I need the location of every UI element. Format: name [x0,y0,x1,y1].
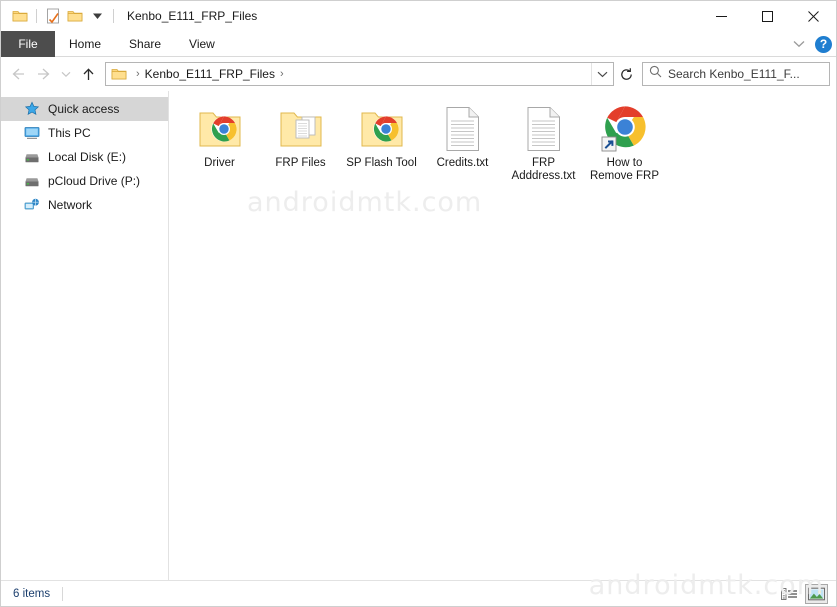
search-input[interactable]: Search Kenbo_E111_F... [668,67,800,81]
text-file-icon [439,105,487,153]
star-icon [23,101,40,118]
sidebar-item-label: pCloud Drive (P:) [48,174,140,188]
collapse-ribbon-icon[interactable] [789,34,809,54]
sidebar-item-pcloud-drive-p[interactable]: pCloud Drive (P:) [1,169,168,193]
file-item-credits-txt[interactable]: Credits.txt [422,101,503,183]
file-item-driver[interactable]: Driver [179,101,260,183]
watermark-top: androidmtk.com [247,187,482,218]
shortcut-arrow-badge [602,137,616,151]
ribbon-tab-bar: File Home Share View ? [1,31,836,57]
breadcrumb-separator-2[interactable]: › [275,68,289,80]
network-icon [23,197,40,214]
text-file-icon [520,105,568,153]
file-item-frp-address-txt[interactable]: FRP Adddress.txt [503,101,584,183]
breadcrumb-current-folder[interactable]: Kenbo_E111_FRP_Files [145,67,275,81]
window-title: Kenbo_E111_FRP_Files [127,9,257,23]
tab-file[interactable]: File [1,31,55,57]
file-item-label: How to Remove FRP [586,157,664,183]
breadcrumb-separator-1[interactable]: › [131,68,145,80]
large-icons-view-button[interactable] [805,584,828,604]
recent-locations-button[interactable] [57,61,75,87]
file-item-sp-flash-tool[interactable]: SP Flash Tool [341,101,422,183]
breadcrumb-folder-icon[interactable] [111,67,127,81]
drive-icon [23,173,40,190]
close-button[interactable] [790,1,836,31]
sidebar-item-label: This PC [48,126,91,140]
folder-chrome-icon [196,105,244,153]
new-folder-icon[interactable] [64,5,86,27]
explorer-body: Quick access This PC [1,91,836,580]
minimize-button[interactable] [698,1,744,31]
status-bar: androidmtk.com 6 items [1,580,836,606]
file-item-frp-files[interactable]: FRP Files [260,101,341,183]
navigation-pane: Quick access This PC [1,91,169,580]
ribbon-right-controls: ? [789,31,832,57]
search-icon [649,65,662,83]
chevron-down-icon[interactable] [86,5,108,27]
properties-icon[interactable] [42,5,64,27]
file-list-pane[interactable]: androidmtk.com [169,91,836,580]
maximize-button[interactable] [744,1,790,31]
details-view-button[interactable] [778,584,801,604]
sidebar-item-network[interactable]: Network [1,193,168,217]
sidebar-item-quick-access[interactable]: Quick access [1,97,168,121]
file-item-label: SP Flash Tool [343,157,421,170]
sidebar-item-local-disk-e[interactable]: Local Disk (E:) [1,145,168,169]
back-button[interactable] [5,61,31,87]
tab-home[interactable]: Home [55,31,115,57]
monitor-icon [23,125,40,142]
sidebar-item-label: Local Disk (E:) [48,150,126,164]
breadcrumb[interactable]: › Kenbo_E111_FRP_Files › [105,62,614,86]
folder-documents-icon [277,105,325,153]
drive-icon [23,149,40,166]
item-count-label: 6 items [1,588,50,600]
file-item-label: FRP Adddress.txt [505,157,583,183]
address-dropdown-icon[interactable] [591,63,613,85]
sidebar-item-this-pc[interactable]: This PC [1,121,168,145]
title-bar: Kenbo_E111_FRP_Files [1,1,836,31]
file-item-how-to-remove-frp[interactable]: How to Remove FRP [584,101,665,183]
address-bar: › Kenbo_E111_FRP_Files › Search Kenbo_E1… [1,57,836,91]
window-controls [698,1,836,31]
search-box[interactable]: Search Kenbo_E111_F... [642,62,830,86]
toolbar-separator-2 [113,9,114,23]
file-item-label: Driver [181,157,259,170]
status-separator [62,587,63,601]
toolbar-separator-1 [36,9,37,23]
refresh-button[interactable] [614,62,638,86]
sidebar-item-label: Quick access [48,102,119,116]
file-item-label: FRP Files [262,157,340,170]
view-mode-buttons [778,581,828,607]
file-grid: Driver [179,101,836,183]
chrome-shortcut-icon [601,105,649,153]
help-button[interactable]: ? [815,36,832,53]
file-explorer-window: Kenbo_E111_FRP_Files File Home Share Vie… [0,0,837,607]
sidebar-item-label: Network [48,198,92,212]
folder-chrome-icon [358,105,406,153]
file-item-label: Credits.txt [424,157,502,170]
tab-view[interactable]: View [175,31,229,57]
tab-share[interactable]: Share [115,31,175,57]
quick-access-toolbar [9,5,119,27]
up-button[interactable] [75,61,101,87]
forward-button[interactable] [31,61,57,87]
folder-icon[interactable] [9,5,31,27]
